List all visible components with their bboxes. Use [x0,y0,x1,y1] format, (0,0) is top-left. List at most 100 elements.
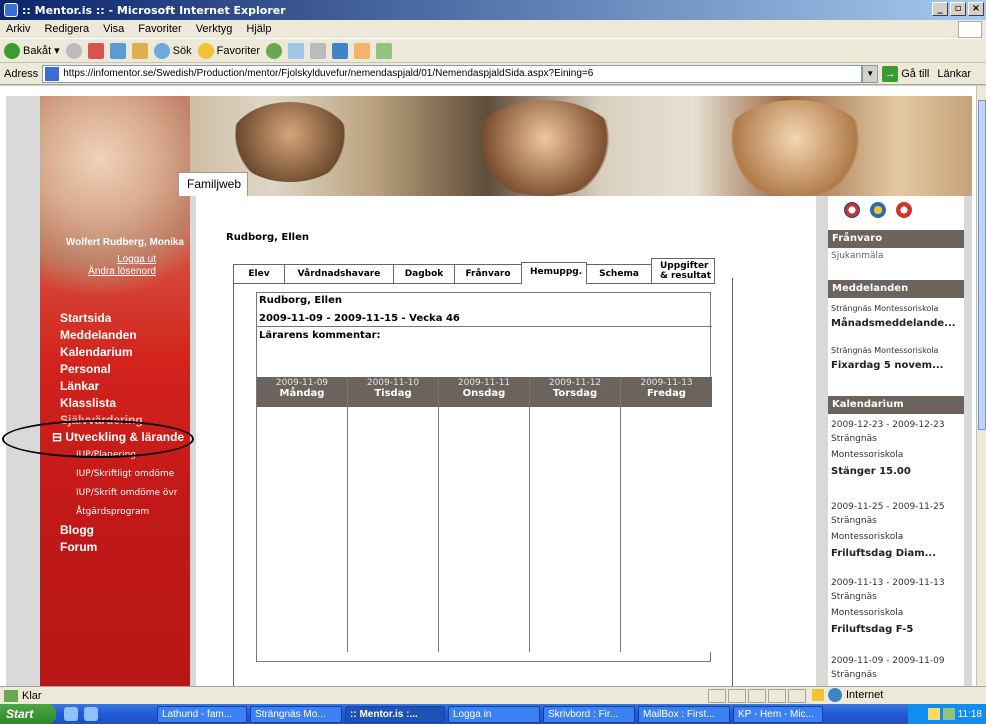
calendar-title[interactable]: Friluftsdag F-5 [831,624,913,635]
left-sidebar: Wolfert Rudberg, Monika Logga ut Ändra l… [40,96,190,686]
nav-start[interactable]: Startsida [60,311,111,325]
menu-file[interactable]: Arkiv [6,23,30,35]
history-icon[interactable] [266,42,283,59]
menu-view[interactable]: Visa [103,23,124,35]
ie-quicklaunch-icon[interactable] [64,707,78,721]
logout-link[interactable]: Logga ut [40,254,190,265]
print-icon[interactable] [310,42,327,59]
calendar-title[interactable]: Friluftsdag Diam... [831,548,936,559]
change-password-link[interactable]: Ändra lösenord [40,266,190,277]
task-mentor[interactable]: :: Mentor.is :... [345,705,445,723]
search-button[interactable]: Sök [153,42,192,59]
nav-calendar[interactable]: Kalendarium [60,344,210,361]
se-flag-icon[interactable] [870,202,886,218]
close-button[interactable]: × [968,2,984,16]
stop-icon[interactable] [87,42,104,59]
mail-icon[interactable] [288,42,305,59]
folder-icon[interactable] [354,42,371,59]
sick-report-link[interactable]: Sjukanmäla [831,251,884,261]
calendar-place: Strängnäs [831,434,877,444]
quick-launch [64,707,154,721]
status-text: Klar [22,689,42,702]
calendar-dates: 2009-11-25 - 2009-11-25 [831,502,945,512]
window-titlebar: :: Mentor.is :: - Microsoft Internet Exp… [0,0,986,20]
messages-header: Meddelanden [828,280,964,298]
task-lathund[interactable]: Lathund - fam... [157,705,247,723]
calendar-place: Montessoriskola [831,608,904,618]
status-bar: Klar Internet [0,686,986,704]
address-input[interactable]: https://infomentor.se/Swedish/Production… [42,64,863,83]
week-days: 2009-11-09 Måndag 2009-11-10 Tisdag 2009-1… [257,377,712,652]
calendar-title[interactable]: Stänger 15.00 [831,466,911,477]
vertical-scrollbar[interactable] [976,86,986,686]
outlook-quicklaunch-icon[interactable] [84,707,98,721]
calendar-header: Kalendarium [828,396,964,414]
day-column: 2009-11-12 Torsdag [530,377,621,652]
day-column: 2009-11-13 Fredag [621,377,712,652]
subnav-action-program[interactable]: Åtgärdsprogram [60,503,210,522]
task-strangnas[interactable]: Strängnäs Mo... [250,705,342,723]
star-icon [197,42,214,59]
messenger-icon[interactable] [376,42,393,59]
subnav-iup-written[interactable]: IUP/Skriftligt omdöme [60,465,210,484]
task-mailbox[interactable]: MailBox : First... [638,705,730,723]
menu-favorites[interactable]: Favoriter [138,23,181,35]
homework-panel: Rudborg, Ellen 2009-11-09 - 2009-11-15 -… [233,278,733,686]
system-tray: 11:18 [908,704,986,724]
forward-button[interactable] [65,42,82,59]
calendar-place: Montessoriskola [831,532,904,542]
subnav-iup-written-other[interactable]: IUP/Skrift omdöme övr [60,484,210,503]
nav-links[interactable]: Länkar [60,378,210,395]
calendar-place: Strängnäs [831,592,877,602]
nav-blog[interactable]: Blogg [60,522,210,539]
calendar-dates: 2009-12-23 - 2009-12-23 [831,420,945,430]
task-logga-in[interactable]: Logga in [448,705,540,723]
nav-forum[interactable]: Forum [60,539,210,556]
message-title[interactable]: Fixardag 5 novem... [831,360,943,371]
nav-class-list[interactable]: Klasslista [60,395,210,412]
task-kp-hem[interactable]: KP - Hem - Mic... [733,705,823,723]
task-skrivbord[interactable]: Skrivbord : Fir... [543,705,635,723]
address-bar: Adress https://infomentor.se/Swedish/Pro… [0,63,986,85]
edit-icon[interactable] [332,42,349,59]
window-title: :: Mentor.is :: - Microsoft Internet Exp… [22,3,286,17]
start-button[interactable]: Start [0,704,56,724]
tray-icon[interactable] [942,708,955,720]
minimize-button[interactable]: _ [932,2,948,16]
back-button[interactable]: Bakåt ▾ [4,42,60,59]
teacher-comment-label: Lärarens kommentar: [259,330,381,341]
week-range: 2009-11-09 - 2009-11-15 - Vecka 46 [259,313,460,324]
refresh-icon[interactable] [109,42,126,59]
menu-bar: Arkiv Redigera Visa Favoriter Verktyg Hj… [0,20,986,39]
address-dropdown[interactable]: ▼ [862,64,879,83]
favorites-button[interactable]: Favoriter [197,42,260,59]
menu-tools[interactable]: Verktyg [196,23,233,35]
nav-messages[interactable]: Meddelanden [60,327,210,344]
uk-flag-icon[interactable] [844,202,860,218]
links-button[interactable]: Länkar [937,68,971,80]
day-column: 2009-11-09 Måndag [257,377,348,652]
page-icon [45,66,60,81]
lock-icon [812,689,824,701]
menu-edit[interactable]: Redigera [44,23,89,35]
nav-staff[interactable]: Personal [60,361,210,378]
main-content: Rudborg, Ellen Elev Vårdnadshavare Dagbo… [196,196,816,686]
calendar-dates: 2009-11-13 - 2009-11-13 [831,578,945,588]
calendar-place: Strängnäs [831,516,877,526]
week-student-name: Rudborg, Ellen [259,295,342,306]
home-icon[interactable] [131,42,148,59]
language-flags [844,202,912,218]
taskbar: Start Lathund - fam... Strängnäs Mo... :… [0,704,986,724]
familjweb-tab: Familjweb [178,172,248,196]
menu-help[interactable]: Hjälp [246,23,271,35]
address-label: Adress [4,67,39,80]
go-button[interactable]: → Gå till [882,65,929,82]
tray-icon[interactable] [927,708,940,720]
maximize-button[interactable]: ▫ [950,2,966,16]
help-icon[interactable] [896,202,912,218]
search-icon [153,42,170,59]
message-title[interactable]: Månadsmeddelande... [831,318,956,329]
right-column: Frånvaro Sjukanmäla Meddelanden Strängnä… [828,196,964,686]
absence-header: Frånvaro [828,230,964,248]
highlight-ellipse [2,420,194,458]
